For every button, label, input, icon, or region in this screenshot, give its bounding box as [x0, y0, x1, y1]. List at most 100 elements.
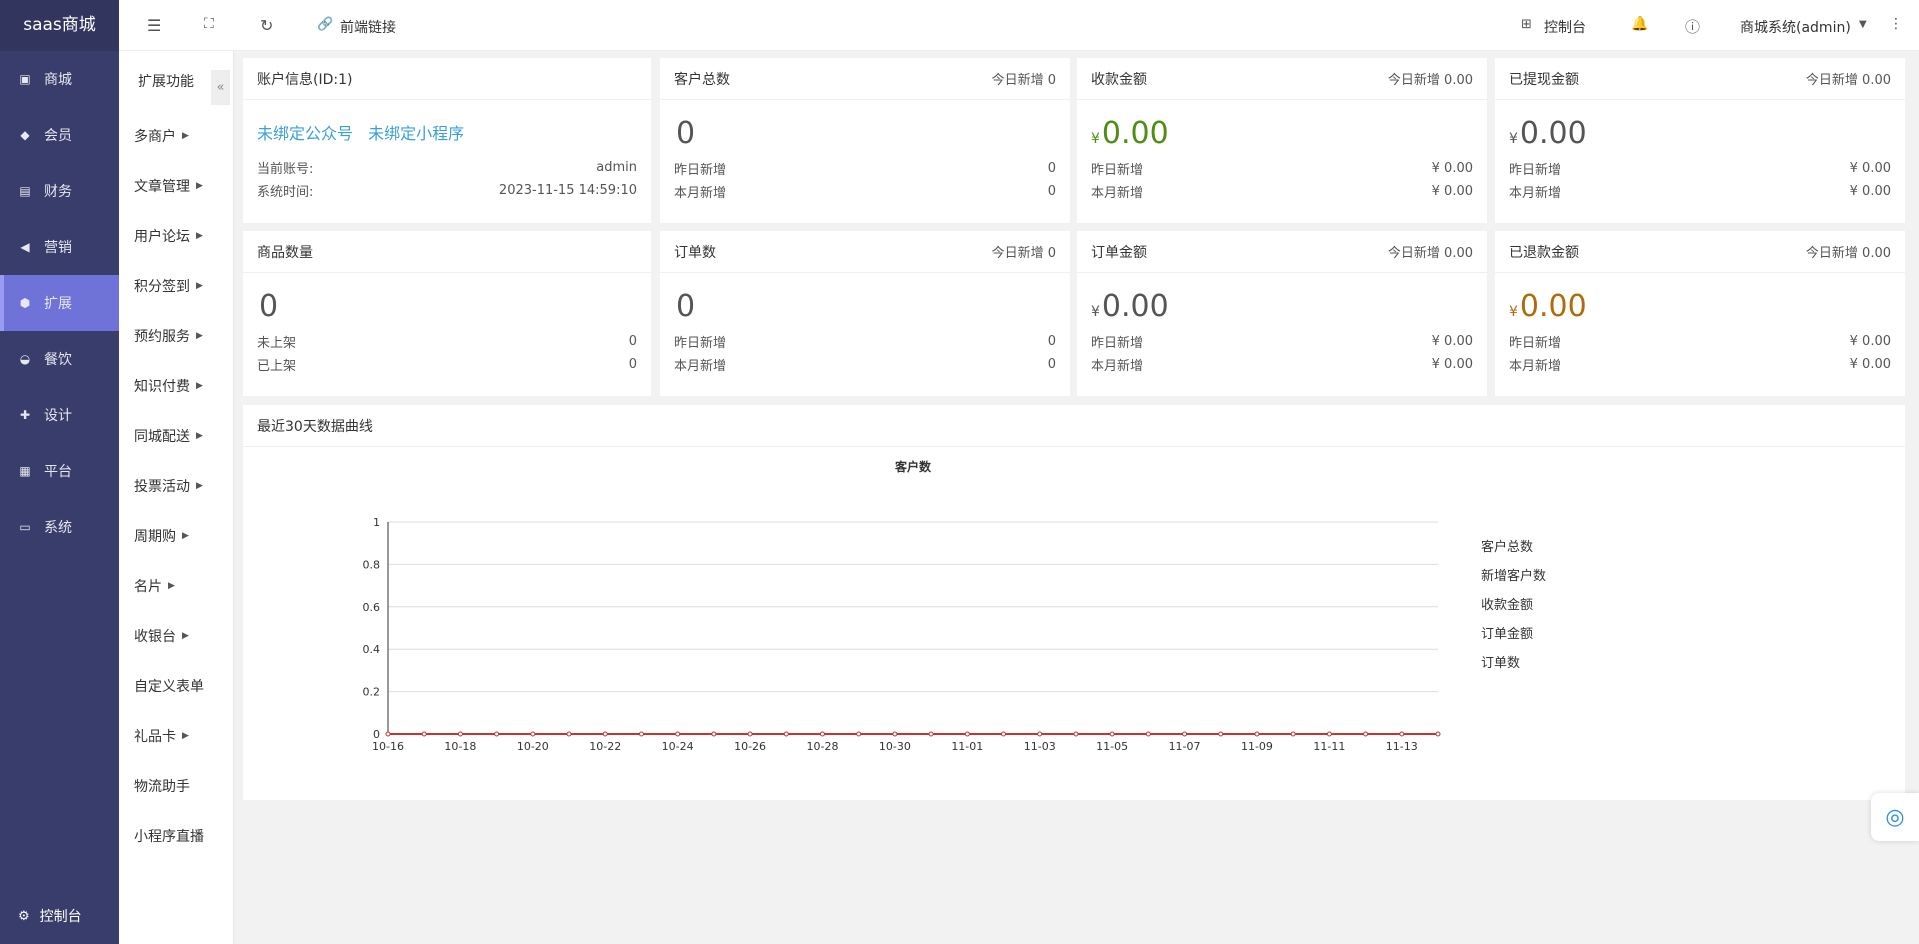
- submenu-item-7[interactable]: 投票活动 ▶: [119, 461, 233, 511]
- stat-row-label: 未上架: [257, 336, 297, 351]
- stat-row-label: 昨日新增: [674, 336, 727, 351]
- submenu-item-0[interactable]: 多商户 ▶: [119, 111, 233, 161]
- sidebar-item-1[interactable]: ◆ 会员: [0, 107, 119, 163]
- assistant-float-button[interactable]: ◎: [1871, 793, 1919, 841]
- currency-symbol: ¥: [1509, 304, 1518, 320]
- account-info-card: 账户信息(ID:1) 未绑定公众号 未绑定小程序 当前账号: admin 系统时间…: [243, 58, 651, 223]
- submenu-item-9[interactable]: 名片 ▶: [119, 561, 233, 611]
- stat-card-value-wrap: ¥0.00: [1077, 100, 1487, 151]
- frontend-link[interactable]: 前端链接: [340, 17, 396, 37]
- stat-card-today: 今日新增 0.00: [1387, 246, 1473, 261]
- data-point: [892, 731, 898, 737]
- submenu-item-10[interactable]: 收银台 ▶: [119, 611, 233, 661]
- system-time-value: 2023-11-15 14:59:10: [498, 183, 637, 198]
- sidebar-item-7[interactable]: ▦ 平台: [0, 443, 119, 499]
- stat-card-title: 订单数: [674, 244, 716, 261]
- legend-item: 客户总数: [1481, 539, 1533, 555]
- data-point: [1399, 731, 1405, 737]
- data-point: [1001, 731, 1007, 737]
- stat-row-value: 0: [1047, 184, 1056, 199]
- x-tick-label: 11-09: [1241, 740, 1273, 753]
- x-tick-label: 10-18: [444, 740, 476, 753]
- collapse-submenu-button[interactable]: «: [211, 70, 230, 105]
- stat-card-value: 0: [676, 289, 696, 324]
- submenu-item-3[interactable]: 积分签到 ▶: [119, 261, 233, 311]
- sidebar-item-4[interactable]: ⬢ 扩展: [0, 275, 119, 331]
- megaphone-icon: ◀: [20, 240, 30, 254]
- x-tick-label: 10-24: [662, 740, 694, 753]
- submenu-item-11[interactable]: 自定义表单: [119, 661, 233, 711]
- sidebar-item-3[interactable]: ◀ 营销: [0, 219, 119, 275]
- legend-item: 收款金额: [1481, 597, 1533, 613]
- submenu-header: 扩展功能 «: [119, 51, 233, 111]
- currency-symbol: ¥: [1091, 304, 1100, 320]
- stat-row-value: ¥ 0.00: [1431, 357, 1473, 372]
- submenu-item-label: 礼品卡: [134, 729, 176, 745]
- submenu-item-label: 用户论坛: [134, 229, 190, 245]
- more-icon[interactable]: ⋮: [1889, 16, 1903, 32]
- fullscreen-icon[interactable]: ⛶: [204, 16, 214, 32]
- sidebar-item-2[interactable]: ▤ 财务: [0, 163, 119, 219]
- submenu-item-4[interactable]: 预约服务 ▶: [119, 311, 233, 361]
- bind-miniprogram-link[interactable]: 未绑定小程序: [368, 124, 464, 143]
- stat-card-value: 0.00: [1519, 289, 1587, 324]
- submenu-item-1[interactable]: 文章管理 ▶: [119, 161, 233, 211]
- chart-section-title: 最近30天数据曲线: [257, 418, 373, 435]
- sidebar-console-button[interactable]: ⚙ 控制台: [0, 888, 119, 944]
- caret-right-icon: ▶: [196, 231, 203, 241]
- sidebar-item-label: 商城: [44, 72, 72, 88]
- monitor-icon: ▭: [19, 520, 31, 534]
- current-account-value: admin: [596, 160, 637, 175]
- submenu-item-2[interactable]: 用户论坛 ▶: [119, 211, 233, 261]
- user-menu[interactable]: 商城系统(admin): [1740, 17, 1851, 37]
- bind-official-account-link[interactable]: 未绑定公众号: [257, 124, 353, 143]
- legend-item: 订单金额: [1481, 626, 1533, 642]
- y-tick-label: 0.8: [363, 558, 381, 571]
- x-tick-label: 11-11: [1313, 740, 1345, 753]
- stat-row-label: 本月新增: [1509, 359, 1562, 374]
- sidebar-item-label: 会员: [44, 128, 72, 144]
- puzzle-icon: ✚: [19, 408, 31, 422]
- x-tick-label: 10-28: [806, 740, 838, 753]
- data-point: [819, 731, 825, 737]
- top-console-link[interactable]: 控制台: [1544, 17, 1586, 37]
- stat-card-title: 订单金额: [1091, 244, 1147, 261]
- stat-card-title: 商品数量: [257, 244, 313, 261]
- link-icon[interactable]: 🔗: [317, 17, 333, 32]
- data-point: [783, 731, 789, 737]
- stat-row-value: ¥ 0.00: [1849, 184, 1891, 199]
- submenu-item-5[interactable]: 知识付费 ▶: [119, 361, 233, 411]
- finance-icon: ▤: [19, 184, 31, 198]
- menu-fold-icon[interactable]: ☰: [147, 16, 161, 35]
- submenu-item-label: 积分签到: [134, 279, 190, 295]
- refresh-icon[interactable]: ↻: [260, 16, 273, 35]
- data-point: [1073, 731, 1079, 737]
- stat-card-value-wrap: ¥0.00: [1495, 100, 1905, 151]
- bell-icon[interactable]: 🔔: [1631, 16, 1648, 32]
- submenu-item-8[interactable]: 周期购 ▶: [119, 511, 233, 561]
- sidebar-item-8[interactable]: ▭ 系统: [0, 499, 119, 555]
- submenu-item-label: 自定义表单: [134, 679, 204, 695]
- chevron-down-icon[interactable]: ▼: [1859, 19, 1867, 30]
- chart-title: 客户数: [894, 459, 932, 474]
- sidebar-item-5[interactable]: ◒ 餐饮: [0, 331, 119, 387]
- gear-icon: ⚙: [18, 908, 30, 924]
- stat-row-value: ¥ 0.00: [1849, 334, 1891, 349]
- stat-row-label: 本月新增: [674, 186, 727, 201]
- account-card-title: 账户信息(ID:1): [257, 71, 353, 88]
- help-icon[interactable]: ⓘ: [1685, 16, 1700, 37]
- sidebar-item-0[interactable]: ▣ 商城: [0, 51, 119, 107]
- stat-row-label: 昨日新增: [1091, 336, 1144, 351]
- submenu-item-14[interactable]: 小程序直播: [119, 811, 233, 861]
- console-icon[interactable]: ⊞: [1521, 17, 1532, 32]
- data-point: [675, 731, 681, 737]
- submenu-item-13[interactable]: 物流助手: [119, 761, 233, 811]
- stat-card-value-wrap: 0: [243, 273, 651, 324]
- data-point: [1145, 731, 1151, 737]
- brand-title: saas商城: [0, 0, 119, 51]
- submenu-item-6[interactable]: 同城配送 ▶: [119, 411, 233, 461]
- caret-right-icon: ▶: [196, 181, 203, 191]
- submenu-item-12[interactable]: 礼品卡 ▶: [119, 711, 233, 761]
- data-point: [1326, 731, 1332, 737]
- sidebar-item-6[interactable]: ✚ 设计: [0, 387, 119, 443]
